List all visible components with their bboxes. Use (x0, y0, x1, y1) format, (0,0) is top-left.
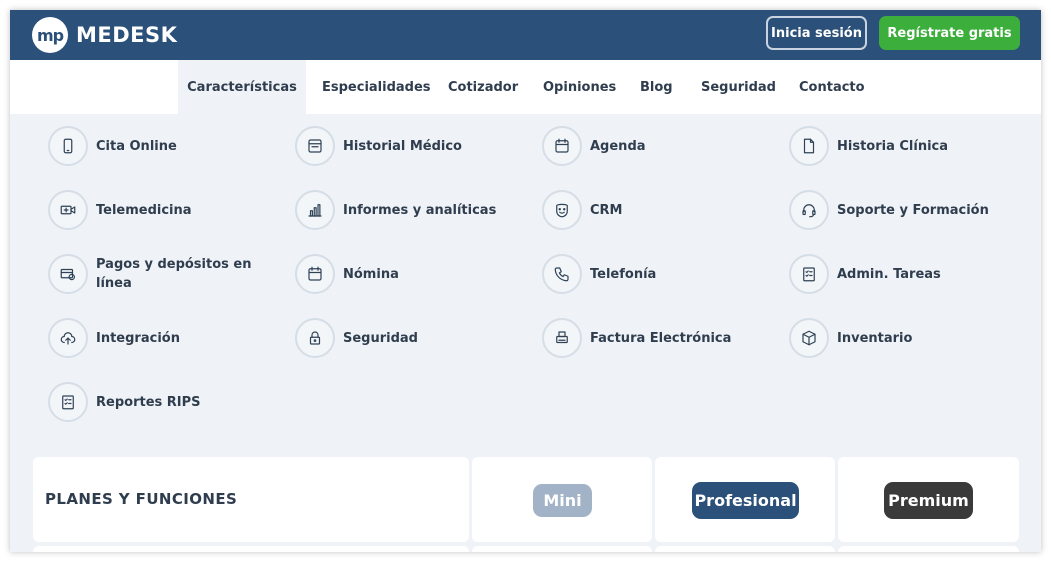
nav-item-opiniones[interactable]: Opiniones (543, 60, 616, 114)
feature-label: Nómina (343, 266, 399, 282)
logo-mark-icon: mp (32, 17, 68, 53)
nav-item-seguridad[interactable]: Seguridad (701, 60, 776, 114)
brand-name: MEDESK (76, 23, 178, 47)
page-frame: mp MEDESK Inicia sesión Regístrate grati… (10, 10, 1041, 552)
feature-label: Admin. Tareas (837, 266, 941, 282)
plans-row-card (33, 546, 469, 552)
checklist-icon (48, 382, 88, 422)
checklist-icon (789, 254, 829, 294)
login-button[interactable]: Inicia sesión (766, 16, 867, 50)
feature-integracion[interactable]: Integración (48, 318, 256, 358)
feature-inventario[interactable]: Inventario (789, 318, 997, 358)
feature-factura[interactable]: Factura Electrónica (542, 318, 750, 358)
plans-row-card (838, 546, 1019, 552)
calendar-icon (542, 126, 582, 166)
printer-icon (542, 318, 582, 358)
plan-badge-premium[interactable]: Premium (884, 482, 973, 519)
feature-label: Telefonía (590, 266, 657, 282)
register-button[interactable]: Regístrate gratis (879, 16, 1020, 50)
feature-label: Agenda (590, 138, 646, 154)
feature-crm[interactable]: CRM (542, 190, 750, 230)
feature-telemedicina[interactable]: Telemedicina (48, 190, 256, 230)
feature-label: Cita Online (96, 138, 177, 154)
nav-item-caracteristicas[interactable]: Características (178, 60, 306, 114)
feature-soporte[interactable]: Soporte y Formación (789, 190, 997, 230)
feature-agenda[interactable]: Agenda (542, 126, 750, 166)
plans-row-card (655, 546, 835, 552)
feature-label: Reportes RIPS (96, 394, 201, 410)
feature-informes[interactable]: Informes y analíticas (295, 190, 503, 230)
feature-label: Pagos y depósitos en línea (96, 257, 252, 291)
bar-chart-icon (295, 190, 335, 230)
feature-nomina[interactable]: Nómina (295, 254, 503, 294)
feature-label: Historia Clínica (837, 138, 949, 154)
feature-label: Soporte y Formación (837, 202, 989, 218)
feature-label: Factura Electrónica (590, 330, 732, 346)
feature-historia-clinica[interactable]: Historia Clínica (789, 126, 997, 166)
feature-label: Telemedicina (96, 202, 192, 218)
headset-icon (789, 190, 829, 230)
nav-item-especialidades[interactable]: Especialidades (322, 60, 431, 114)
feature-label: Historial Médico (343, 138, 462, 154)
feature-label: Seguridad (343, 330, 418, 346)
nav-item-blog[interactable]: Blog (640, 60, 673, 114)
top-bar: mp MEDESK Inicia sesión Regístrate grati… (10, 10, 1041, 60)
nav-item-contacto[interactable]: Contacto (799, 60, 865, 114)
calendar-icon (295, 254, 335, 294)
telephone-icon (542, 254, 582, 294)
feature-historial-medico[interactable]: Historial Médico (295, 126, 503, 166)
document-icon (789, 126, 829, 166)
feature-telefonia[interactable]: Telefonía (542, 254, 750, 294)
feature-label: Integración (96, 330, 180, 346)
feature-label: Inventario (837, 330, 913, 346)
nav-item-cotizador[interactable]: Cotizador (448, 60, 518, 114)
feature-cita-online[interactable]: Cita Online (48, 126, 256, 166)
feature-admin-tareas[interactable]: Admin. Tareas (789, 254, 997, 294)
plan-badge-profesional[interactable]: Profesional (692, 482, 799, 519)
video-icon (48, 190, 88, 230)
plan-badge-mini[interactable]: Mini (533, 484, 592, 517)
smiley-icon (542, 190, 582, 230)
feature-label: CRM (590, 202, 623, 218)
feature-label: Informes y analíticas (343, 202, 497, 218)
payment-icon (48, 254, 88, 294)
logo-mark-text: mp (36, 25, 64, 45)
phone-icon (48, 126, 88, 166)
plans-title: PLANES Y FUNCIONES (45, 490, 238, 508)
box-icon (789, 318, 829, 358)
feature-pagos[interactable]: Pagos y depósitos en línea (48, 254, 256, 294)
cloud-upload-icon (48, 318, 88, 358)
brand-logo[interactable]: mp MEDESK (32, 17, 177, 53)
record-icon (295, 126, 335, 166)
feature-seguridad[interactable]: Seguridad (295, 318, 503, 358)
lock-icon (295, 318, 335, 358)
main-nav: Características Especialidades Cotizador… (10, 60, 1041, 114)
plans-row-card (472, 546, 652, 552)
feature-reportes-rips[interactable]: Reportes RIPS (48, 382, 256, 422)
